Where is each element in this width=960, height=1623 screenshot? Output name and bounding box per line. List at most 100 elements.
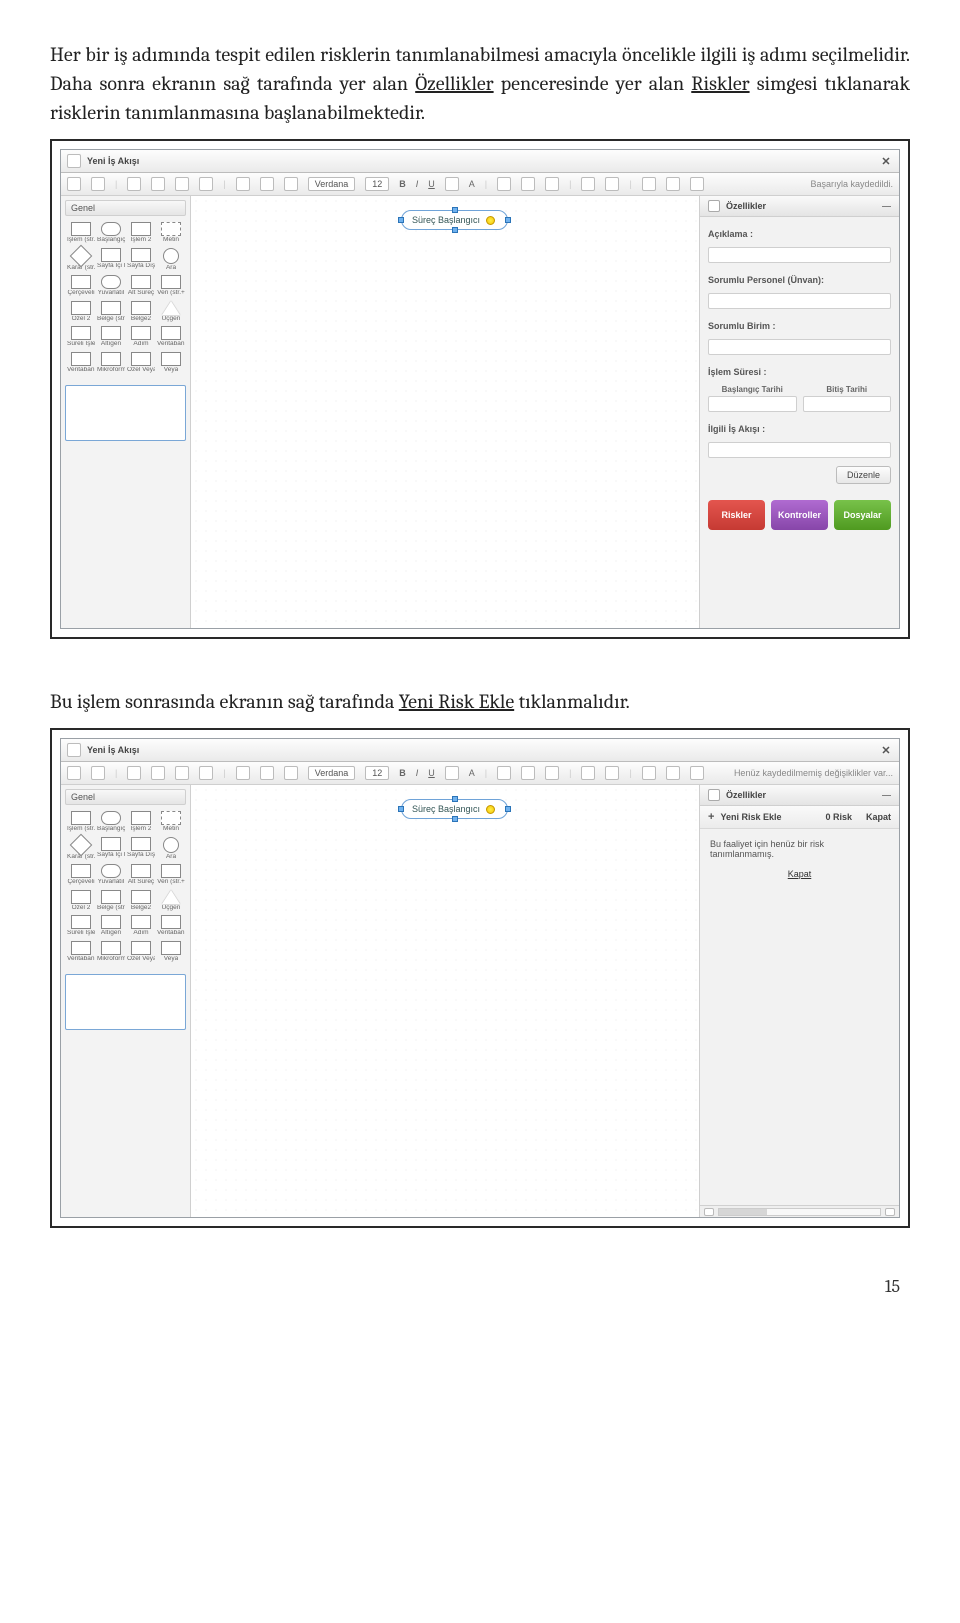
toolbar-redo-icon[interactable] xyxy=(91,177,105,191)
align-icon[interactable]: A xyxy=(469,768,475,778)
node-handle[interactable] xyxy=(452,227,458,233)
input-aciklama[interactable] xyxy=(708,247,891,263)
close-icon[interactable]: ✕ xyxy=(879,154,893,168)
align-left-icon[interactable] xyxy=(497,766,511,780)
node-handle[interactable] xyxy=(452,207,458,213)
font-size-select[interactable]: 12 xyxy=(365,177,389,191)
palette-item[interactable]: Belge (str. xyxy=(97,301,125,323)
rect-icon[interactable] xyxy=(666,766,680,780)
fill-icon[interactable] xyxy=(605,177,619,191)
scroll-track[interactable] xyxy=(718,1208,881,1216)
toolbar-undo-icon[interactable] xyxy=(67,177,81,191)
palette-item[interactable]: Mikroform xyxy=(97,941,125,963)
underline-icon[interactable]: U xyxy=(428,179,435,189)
underline-icon[interactable]: U xyxy=(428,768,435,778)
dosyalar-button[interactable]: Dosyalar xyxy=(834,500,891,530)
palette-item[interactable]: Süreli İşle xyxy=(67,326,95,348)
palette-item[interactable]: Veritabanı xyxy=(157,326,185,348)
font-family-select[interactable]: Verdana xyxy=(308,177,356,191)
riskler-button[interactable]: Riskler xyxy=(708,500,765,530)
toolbar-zoomin-icon[interactable] xyxy=(175,766,189,780)
toolbar-zoomin-icon[interactable] xyxy=(175,177,189,191)
line-style-icon[interactable] xyxy=(642,177,656,191)
node-handle[interactable] xyxy=(398,217,404,223)
palette-item[interactable]: Altıgen xyxy=(97,326,125,348)
palette-item[interactable]: Altıgen xyxy=(97,915,125,937)
page-thumb[interactable] xyxy=(65,385,186,441)
palette-item[interactable]: Veya xyxy=(157,941,185,963)
palette-item[interactable]: Üçgen xyxy=(157,301,185,323)
palette-item[interactable]: Veritabanı xyxy=(67,352,95,374)
close-link[interactable]: Kapat xyxy=(788,869,812,879)
process-start-node[interactable]: Süreç Başlangıcı xyxy=(401,210,508,230)
text-color-icon[interactable] xyxy=(445,177,459,191)
kontroller-button[interactable]: Kontroller xyxy=(771,500,828,530)
input-personel[interactable] xyxy=(708,293,891,309)
palette-item[interactable]: Adım xyxy=(127,326,155,348)
align-v-icon[interactable] xyxy=(545,766,559,780)
palette-item[interactable]: Çerçeveli xyxy=(67,275,95,297)
fill-icon[interactable] xyxy=(605,766,619,780)
process-start-node[interactable]: Süreç Başlangıcı xyxy=(401,799,508,819)
edit-button[interactable]: Düzenle xyxy=(836,466,891,484)
palette-item[interactable]: Başlangıç xyxy=(97,811,125,833)
font-family-select[interactable]: Verdana xyxy=(308,766,356,780)
palette-item[interactable]: İşlem 2 xyxy=(127,811,155,833)
toolbar-zoom-icon[interactable] xyxy=(151,177,165,191)
palette-item[interactable]: Yuvarlatıl xyxy=(97,275,125,297)
palette-item[interactable]: Ara xyxy=(157,837,185,861)
palette-item[interactable]: Karar (str. xyxy=(67,837,95,861)
collapse-icon[interactable]: — xyxy=(882,201,891,211)
add-risk-button[interactable]: Yeni Risk Ekle xyxy=(720,812,781,822)
palette-item[interactable]: İşlem (str. xyxy=(67,222,95,244)
palette-item[interactable]: Belge2 xyxy=(127,890,155,912)
page-thumb[interactable] xyxy=(65,974,186,1030)
rect-icon[interactable] xyxy=(666,177,680,191)
palette-item[interactable]: Sayfa İçi I xyxy=(97,837,125,861)
palette-section-header[interactable]: Genel xyxy=(65,789,186,805)
toolbar-fit-icon[interactable] xyxy=(127,177,141,191)
toolbar-redo-icon[interactable] xyxy=(91,766,105,780)
palette-item[interactable]: Veritabanı xyxy=(157,915,185,937)
diagram-canvas[interactable]: Süreç Başlangıcı xyxy=(191,785,699,1217)
horizontal-scrollbar[interactable] xyxy=(700,1205,899,1217)
palette-item[interactable]: Veri (str.+ xyxy=(157,275,185,297)
italic-icon[interactable]: I xyxy=(416,179,419,189)
palette-item[interactable]: Yuvarlatıl xyxy=(97,864,125,886)
palette-item[interactable]: Üçgen xyxy=(157,890,185,912)
bold-icon[interactable]: B xyxy=(399,768,406,778)
palette-item[interactable]: Belge (str. xyxy=(97,890,125,912)
palette-item[interactable]: Çerçeveli xyxy=(67,864,95,886)
palette-item[interactable]: Sayfa Dış xyxy=(127,837,155,861)
toolbar-grid-icon[interactable] xyxy=(260,177,274,191)
align-icon[interactable]: A xyxy=(469,179,475,189)
palette-item[interactable]: Metin xyxy=(157,811,185,833)
toolbar-zoomout-icon[interactable] xyxy=(199,766,213,780)
scroll-right-icon[interactable] xyxy=(885,1208,895,1216)
palette-item[interactable]: İşlem (str. xyxy=(67,811,95,833)
palette-item[interactable]: Mikroform xyxy=(97,352,125,374)
palette-item[interactable]: Özel Veya xyxy=(127,941,155,963)
bold-icon[interactable]: B xyxy=(399,179,406,189)
toolbar-zoom-icon[interactable] xyxy=(151,766,165,780)
palette-item[interactable]: Adım xyxy=(127,915,155,937)
align-left-icon[interactable] xyxy=(497,177,511,191)
palette-item[interactable]: Alt Süreç xyxy=(127,864,155,886)
stroke-icon[interactable] xyxy=(581,177,595,191)
palette-item[interactable]: Başlangıç xyxy=(97,222,125,244)
toolbar-guides-icon[interactable] xyxy=(284,766,298,780)
node-handle[interactable] xyxy=(452,816,458,822)
palette-item[interactable]: Ara xyxy=(157,248,185,272)
palette-item[interactable]: Karar (str. xyxy=(67,248,95,272)
node-handle[interactable] xyxy=(452,796,458,802)
input-birim[interactable] xyxy=(708,339,891,355)
close-icon[interactable]: ✕ xyxy=(879,743,893,757)
align-h-icon[interactable] xyxy=(521,177,535,191)
toolbar-print-icon[interactable] xyxy=(236,766,250,780)
line-style-icon[interactable] xyxy=(642,766,656,780)
palette-item[interactable]: Veritabanı xyxy=(67,941,95,963)
palette-item[interactable]: Alt Süreç xyxy=(127,275,155,297)
toolbar-zoomout-icon[interactable] xyxy=(199,177,213,191)
layout-icon[interactable] xyxy=(690,766,704,780)
palette-item[interactable]: Özel 2 xyxy=(67,890,95,912)
